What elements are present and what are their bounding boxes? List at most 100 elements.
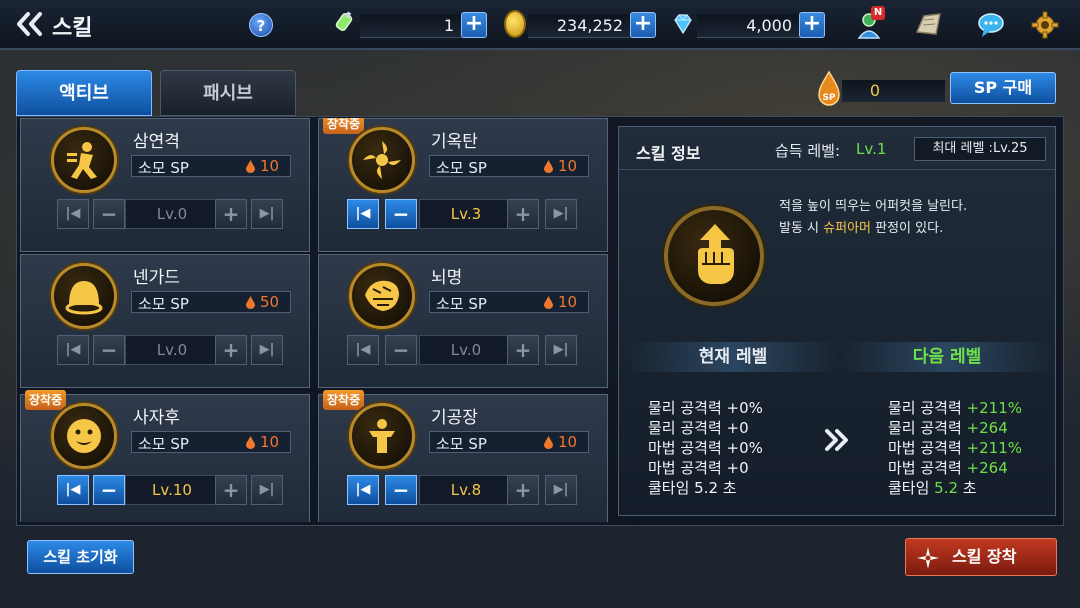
sp-value: 0 [869,81,881,100]
sp-track [842,80,945,102]
level-up-button[interactable]: + [507,335,539,365]
skill-equip-label: 스킬 장착 [952,547,1017,566]
level-max-button[interactable]: ▶| [545,335,577,365]
level-min-button[interactable]: |◀ [57,475,89,505]
sp-buy-button[interactable]: SP 구매 [950,72,1056,104]
sp-flame-icon [544,296,553,309]
level-min-button[interactable]: |◀ [57,335,89,365]
gold-coin-icon [504,10,526,38]
sp-cost-value: 10 [260,157,280,175]
skill-card-sa-ja-hu[interactable]: 장착중 사자후 소모 SP 10 |◀ − Lv.10 + ▶| [20,390,310,522]
add-gem-button[interactable]: + [799,12,825,38]
skill-card-gi-gong-jang[interactable]: 장착중 기공장 소모 SP 10 |◀ − Lv.8 + ▶| [318,390,608,522]
level-max-button[interactable]: ▶| [251,335,283,365]
sp-cost-box: 소모 SP 50 [131,291,291,313]
skill-info-title: 스킬 정보 [636,144,701,163]
sp-flame-icon [246,160,255,173]
current-level-header: 현재 레벨 [628,342,838,372]
skill-card-gi-ok-tan[interactable]: 장착중 기옥탄 소모 SP 10 |◀ − Lv.3 + ▶| [318,118,608,252]
level-down-button[interactable]: − [93,199,125,229]
tab-passive-skills[interactable]: 패시브 [160,70,296,116]
double-chevron-left-icon[interactable] [14,10,48,40]
sp-cost-label: 소모 SP [436,295,487,313]
stat-row: 물리 공격력 +0 [648,419,749,437]
description-line-1: 적을 높이 띄우는 어퍼컷을 날린다. [779,199,968,214]
sp-cost-value: 10 [260,433,280,451]
double-chevron-right-icon [825,429,848,451]
level-max-button[interactable]: ▶| [545,199,577,229]
max-level-box: 최대 레벨 :Lv.25 [914,137,1046,161]
level-min-button[interactable]: |◀ [57,199,89,229]
level-up-button[interactable]: + [215,335,247,365]
stat-row: 쿨타임 5.2 초 [648,479,737,497]
stat-row: 물리 공격력 +264 [888,419,1008,437]
shuriken-icon [917,547,939,569]
skill-level: Lv.3 [419,199,513,229]
stat-row: 물리 공격력 +0% [648,399,763,417]
equipped-badge: 장착중 [323,118,365,134]
skill-list[interactable]: 삼연격 소모 SP 10 |◀ − Lv.0 + ▶| 장착중 기옥탄 소모 S… [20,118,612,522]
new-badge: N [871,6,885,20]
level-up-button[interactable]: + [507,475,539,505]
level-max-button[interactable]: ▶| [545,475,577,505]
help-icon[interactable]: ? [249,13,273,37]
settings-gear-icon[interactable] [1030,10,1060,40]
equipped-badge: 장착중 [25,390,67,410]
current-level-stats: 물리 공격력 +0% 물리 공격력 +0 마법 공격력 +0% 마법 공격력 +… [648,398,763,498]
skill-card-nen-guard[interactable]: 넨가드 소모 SP 50 |◀ − Lv.0 + ▶| [20,254,310,388]
skill-card-sam-yeon-gyeok[interactable]: 삼연격 소모 SP 10 |◀ − Lv.0 + ▶| [20,118,310,252]
skill-reset-button[interactable]: 스킬 초기화 [27,540,134,574]
next-level-header: 다음 레벨 [842,342,1052,372]
level-min-button[interactable]: |◀ [347,475,379,505]
level-min-button[interactable]: |◀ [347,199,379,229]
level-down-button[interactable]: − [93,475,125,505]
add-gold-button[interactable]: + [630,12,656,38]
level-min-button[interactable]: |◀ [347,335,379,365]
sp-flame-icon [544,160,553,173]
gem-value: 4,000 [746,16,792,35]
level-down-button[interactable]: − [385,475,417,505]
level-down-button[interactable]: − [385,335,417,365]
sp-cost-box: 소모 SP 10 [131,155,291,177]
chat-icon[interactable] [976,10,1006,40]
lion-roar-icon [51,403,117,469]
map-icon[interactable] [914,10,944,40]
add-energy-button[interactable]: + [461,12,487,38]
level-up-button[interactable]: + [215,475,247,505]
energy-blast-icon [349,127,415,193]
sp-cost-box: 소모 SP 10 [429,431,589,453]
diamond-icon [674,14,692,35]
divider [619,169,1055,170]
level-max-button[interactable]: ▶| [251,475,283,505]
sp-cost-label: 소모 SP [138,295,189,313]
sp-cost-label: 소모 SP [436,435,487,453]
palm-strike-icon [349,403,415,469]
skill-name: 삼연격 [133,132,180,152]
level-down-button[interactable]: − [385,199,417,229]
skill-equip-button[interactable]: 스킬 장착 [905,538,1057,576]
tab-active-skills[interactable]: 액티브 [16,70,152,116]
shield-dome-icon [51,263,117,329]
sp-cost-label: 소모 SP [138,159,189,177]
skill-name: 뇌명 [431,268,463,288]
sp-cost-box: 소모 SP 10 [429,291,589,313]
skill-name: 사자후 [133,408,180,428]
sp-cost-value: 10 [558,293,578,311]
description-line-2: 발동 시 슈퍼아머 판정이 있다. [779,221,944,236]
triple-strike-icon [51,127,117,193]
level-up-button[interactable]: + [215,199,247,229]
sp-cost-label: 소모 SP [436,159,487,177]
level-down-button[interactable]: − [93,335,125,365]
learn-level-label: 습득 레벨: [775,142,841,160]
level-max-button[interactable]: ▶| [251,199,283,229]
skill-name: 넨가드 [133,268,180,288]
equipped-badge: 장착중 [323,390,365,410]
back-button-glyph [17,12,42,36]
stat-row: 마법 공격력 +0% [648,439,763,457]
super-armor-highlight: 슈퍼아머 [823,221,871,236]
skill-card-noe-myeong[interactable]: 뇌명 소모 SP 10 |◀ − Lv.0 + ▶| [318,254,608,388]
sp-flame-icon [544,436,553,449]
svg-text:SP: SP [822,93,835,103]
skill-level: Lv.10 [125,475,219,505]
level-up-button[interactable]: + [507,199,539,229]
